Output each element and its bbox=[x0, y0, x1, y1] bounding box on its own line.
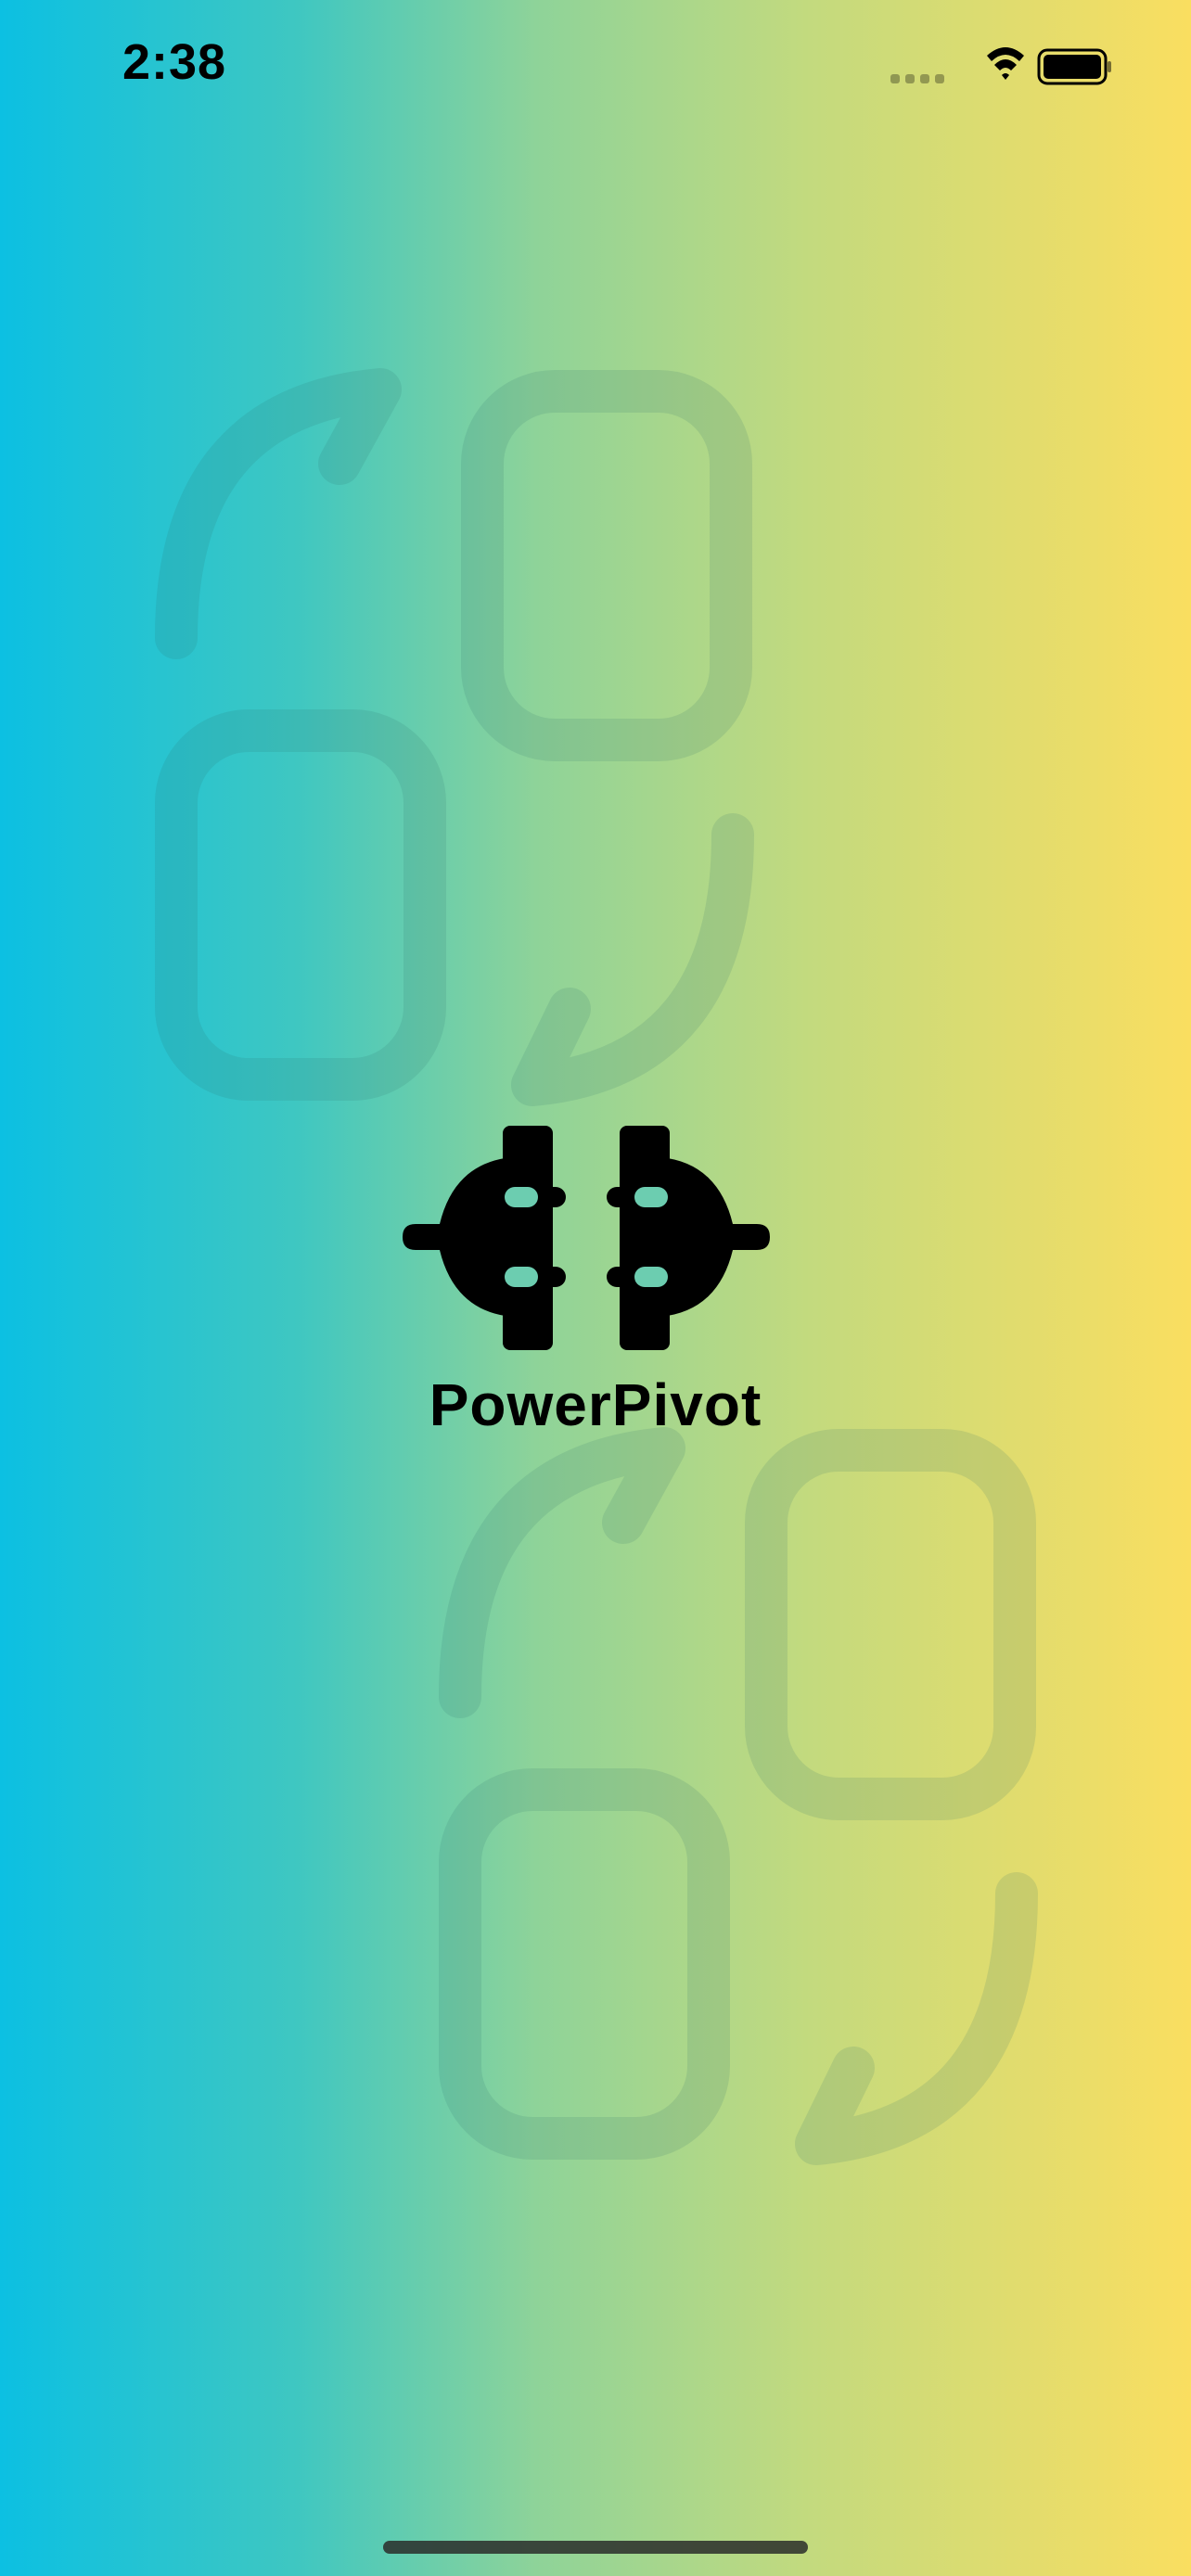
swap-pages-icon-lower bbox=[439, 1427, 1038, 2165]
app-name: PowerPivot bbox=[429, 1371, 762, 1438]
plug-connector-icon bbox=[403, 1126, 770, 1350]
swap-pages-icon-upper bbox=[155, 368, 754, 1106]
splash-screen: PowerPivot bbox=[0, 0, 1191, 2576]
home-indicator[interactable] bbox=[383, 2541, 808, 2554]
